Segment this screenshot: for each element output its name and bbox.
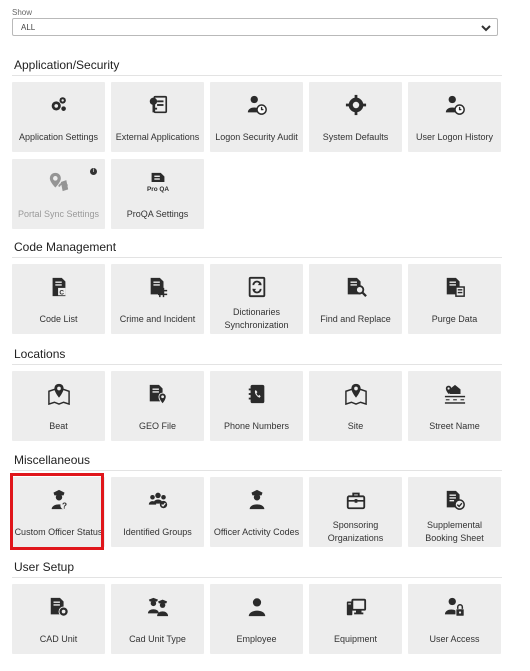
tile-label: Employee	[236, 633, 277, 644]
tile-label: ProQA Settings	[126, 208, 189, 219]
tile-label: Logon Security Audit	[215, 131, 298, 142]
tile-equipment[interactable]: Equipment	[309, 584, 402, 654]
tile-label: Crime and Incident	[119, 313, 196, 324]
gear-icon	[345, 93, 367, 117]
tile-sponsoring-organizations[interactable]: Sponsoring Organizations	[309, 477, 402, 547]
map-pin-icon	[344, 382, 367, 406]
tile-label: Application Settings	[18, 131, 99, 142]
tile-label: Custom Officer Status	[14, 526, 103, 537]
user-clock-icon	[444, 93, 466, 117]
tile-street-name[interactable]: Street Name	[408, 371, 501, 441]
tile-code-list[interactable]: C Code List	[12, 264, 105, 334]
tile-application-settings[interactable]: Application Settings	[12, 82, 105, 152]
tile-external-applications[interactable]: External Applications	[111, 82, 204, 152]
proqa-icon-text: Pro QA	[147, 186, 169, 193]
section-divider	[12, 577, 502, 578]
svg-text:C: C	[59, 289, 64, 296]
section-title-locations: Locations	[14, 347, 66, 361]
briefcase-icon	[345, 488, 367, 512]
equipment-icon	[345, 595, 367, 619]
tile-label: Supplemental Booking Sheet	[425, 520, 484, 543]
tile-employee[interactable]: Employee	[210, 584, 303, 654]
purge-data-icon	[444, 275, 466, 299]
tile-logon-security-audit[interactable]: Logon Security Audit	[210, 82, 303, 152]
officer-icon	[246, 488, 268, 512]
tile-label: User Access	[429, 633, 480, 644]
tile-crime-and-incident[interactable]: Crime and Incident	[111, 264, 204, 334]
external-apps-icon	[147, 93, 169, 117]
tile-label: Code List	[39, 313, 78, 324]
section-divider	[12, 257, 502, 258]
map-sync-icon	[48, 170, 70, 194]
booking-sheet-icon	[444, 488, 466, 512]
proqa-icon: Pro QA	[147, 170, 169, 194]
tile-supplemental-booking-sheet[interactable]: Supplemental Booking Sheet	[408, 477, 501, 547]
tile-label: Purge Data	[431, 313, 478, 324]
tile-find-and-replace[interactable]: Find and Replace	[309, 264, 402, 334]
tile-beat[interactable]: Beat	[12, 371, 105, 441]
tile-label: Sponsoring Organizations	[327, 520, 384, 543]
tile-custom-officer-status[interactable]: ? Custom Officer Status	[12, 477, 105, 547]
tile-label: Cad Unit Type	[129, 633, 186, 644]
tile-label: Phone Numbers	[223, 420, 290, 431]
info-icon[interactable]: i	[90, 168, 97, 175]
tile-system-defaults[interactable]: System Defaults	[309, 82, 402, 152]
tile-label: External Applications	[115, 131, 200, 142]
tile-label: Site	[347, 420, 364, 431]
tile-purge-data[interactable]: Purge Data	[408, 264, 501, 334]
code-list-icon: C	[48, 275, 70, 299]
tile-portal-sync-settings: Portal Sync Settings i	[12, 159, 105, 229]
user-lock-icon	[444, 595, 466, 619]
tile-identified-groups[interactable]: Identified Groups	[111, 477, 204, 547]
tile-proqa-settings[interactable]: Pro QA ProQA Settings	[111, 159, 204, 229]
chevron-down-icon	[481, 25, 491, 32]
tile-label: Find and Replace	[320, 313, 391, 324]
tile-label: Portal Sync Settings	[17, 208, 100, 219]
tile-label: Beat	[49, 420, 68, 431]
cad-unit-icon	[48, 595, 70, 619]
tile-dictionaries-synchronization[interactable]: Dictionaries Synchronization	[210, 264, 303, 334]
tile-officer-activity-codes[interactable]: Officer Activity Codes	[210, 477, 303, 547]
tile-label: Dictionaries Synchronization	[224, 307, 289, 330]
tile-label: Officer Activity Codes	[213, 526, 300, 537]
section-title-application-security: Application/Security	[14, 58, 120, 72]
tile-label: User Logon History	[415, 131, 494, 142]
section-divider	[12, 364, 502, 365]
phone-book-icon	[246, 382, 268, 406]
section-title-miscellaneous: Miscellaneous	[14, 453, 91, 467]
svg-text:?: ?	[61, 502, 66, 511]
group-check-icon	[147, 488, 169, 512]
crime-incident-icon	[147, 275, 169, 299]
tile-cad-unit[interactable]: CAD Unit	[12, 584, 105, 654]
tile-user-logon-history[interactable]: User Logon History	[408, 82, 501, 152]
tile-label: Identified Groups	[123, 526, 192, 537]
section-divider	[12, 75, 502, 76]
section-title-code-management: Code Management	[14, 240, 117, 254]
tile-geo-file[interactable]: GEO File	[111, 371, 204, 441]
section-divider	[12, 470, 502, 471]
dictionary-sync-icon	[246, 275, 268, 299]
tile-label: System Defaults	[322, 131, 389, 142]
tile-cad-unit-type[interactable]: Cad Unit Type	[111, 584, 204, 654]
tile-site[interactable]: Site	[309, 371, 402, 441]
gears-icon	[48, 93, 70, 117]
street-icon	[444, 382, 466, 406]
tile-user-access[interactable]: User Access	[408, 584, 501, 654]
tile-phone-numbers[interactable]: Phone Numbers	[210, 371, 303, 441]
officer-question-icon: ?	[48, 488, 70, 512]
user-clock-icon	[246, 93, 268, 117]
officers-icon	[147, 595, 169, 619]
tile-label: CAD Unit	[39, 633, 78, 644]
tile-label: Street Name	[429, 420, 480, 431]
show-filter-select[interactable]: ALL	[12, 18, 498, 36]
show-filter-label: Show	[12, 8, 33, 17]
show-filter-value: ALL	[21, 23, 36, 32]
tile-label: GEO File	[138, 420, 176, 431]
tile-label: Equipment	[333, 633, 378, 644]
section-title-user-setup: User Setup	[14, 560, 75, 574]
user-icon	[246, 595, 268, 619]
map-pin-icon	[47, 382, 70, 406]
geo-file-icon	[147, 382, 169, 406]
find-replace-icon	[345, 275, 367, 299]
